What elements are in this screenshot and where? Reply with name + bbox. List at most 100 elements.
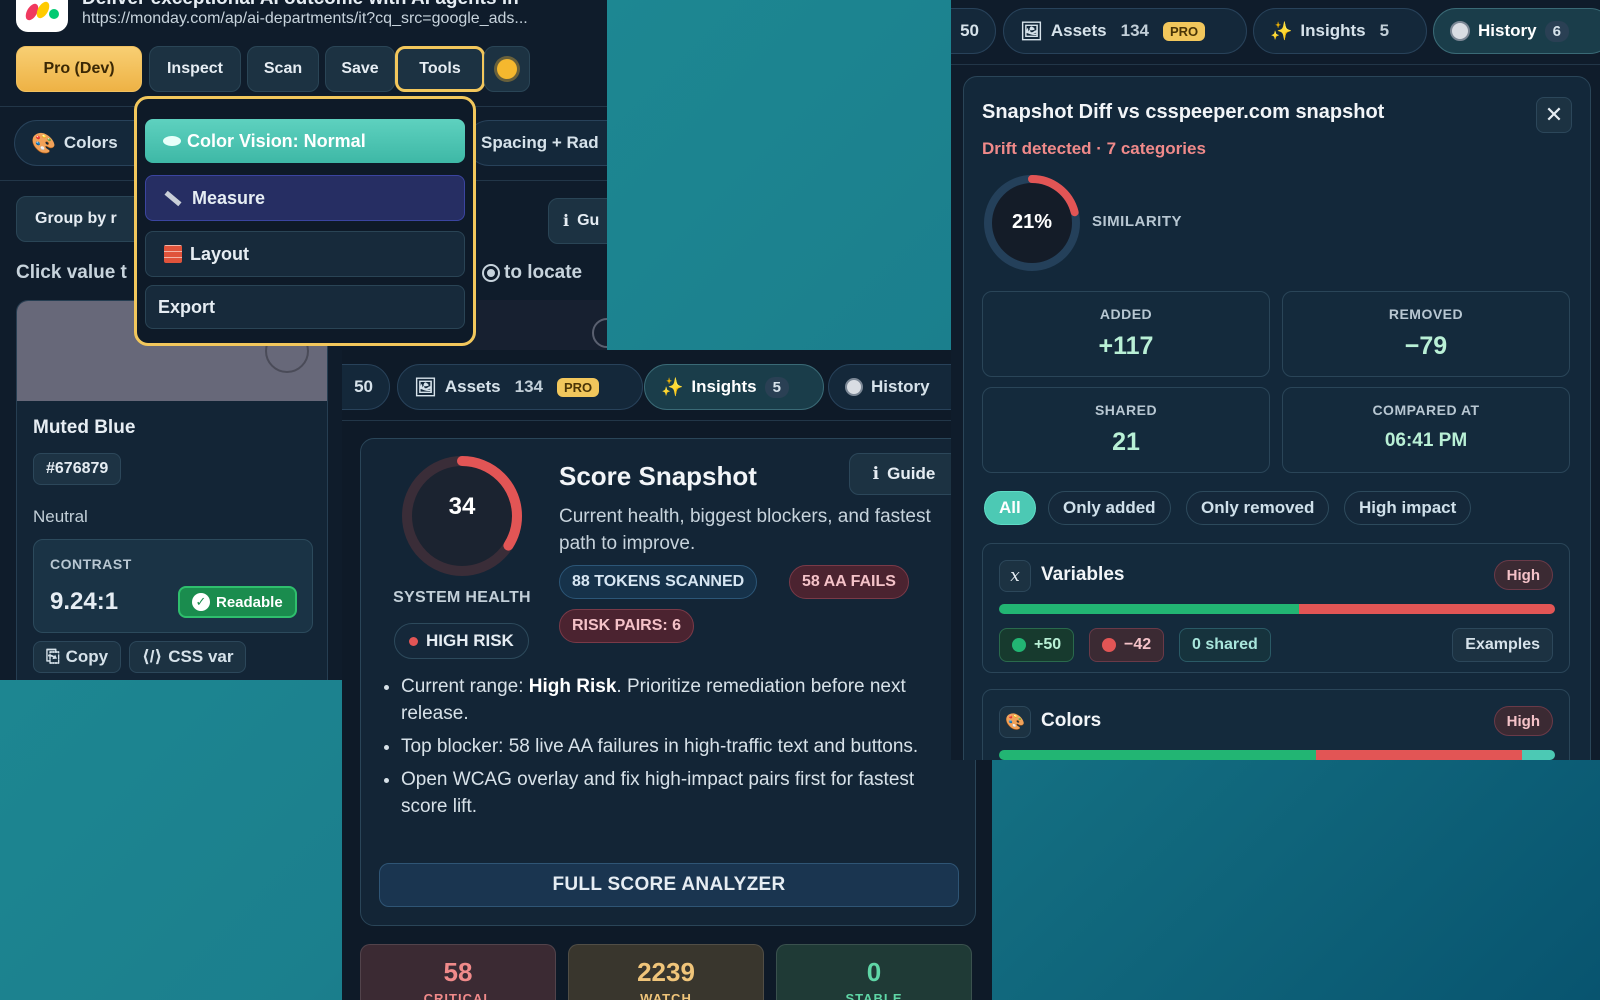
readable-badge: ✓ Readable (178, 586, 297, 618)
tab-assets-right-label: Assets (1050, 21, 1107, 40)
tools-menu: Color Vision: Normal Measure Layout Expo… (134, 96, 476, 346)
color-hex[interactable]: #676879 (33, 453, 122, 485)
stat-value: 2239 (637, 957, 695, 987)
diff-bar-removed (1299, 604, 1555, 614)
site-logo (16, 0, 68, 32)
tab-history-label: History (871, 377, 930, 396)
tab-assets[interactable]: 🖼 Assets 134 PRO (397, 364, 643, 410)
removed-label: REMOVED (1388, 306, 1464, 322)
tab-partial-count-right-label: 50 (960, 21, 979, 40)
system-health-label: SYSTEM HEALTH (393, 589, 531, 606)
added-count-tag: +50 (999, 628, 1075, 662)
color-name: Muted Blue (33, 417, 136, 438)
menu-item-measure[interactable]: Measure (145, 175, 465, 221)
impact-badge: High (1493, 706, 1553, 736)
info-icon: ℹ (872, 464, 880, 483)
category-variables[interactable]: x Variables High +50 −42 0 shared Exampl… (982, 543, 1570, 673)
shared-value: 21 (1112, 428, 1140, 456)
stat-label: WATCH (640, 991, 692, 1000)
high-risk-badge: HIGH RISK (394, 623, 529, 659)
tab-spacing-label: Spacing + Rad (481, 133, 599, 152)
clock-icon (845, 378, 863, 396)
scan-button[interactable]: Scan (247, 46, 319, 92)
brick-icon (164, 245, 182, 263)
added-count: +50 (1034, 636, 1062, 653)
inspect-button[interactable]: Inspect (149, 46, 241, 92)
tab-history-right[interactable]: History 6 (1433, 8, 1600, 54)
shared-count-tag: 0 shared (1179, 628, 1271, 662)
shared-label: SHARED (1094, 402, 1158, 418)
ruler-icon (164, 190, 182, 206)
removed-count-tag: −42 (1089, 628, 1165, 662)
filter-high-impact[interactable]: High impact (1344, 491, 1472, 525)
similarity-label: SIMILARITY (1092, 213, 1182, 230)
category-colors-name: Colors (1041, 710, 1102, 731)
tab-insights-right[interactable]: ✨ Insights 5 (1253, 8, 1427, 54)
insight-1-bold: High Risk (528, 676, 617, 697)
assets-count-right: 134 (1120, 21, 1149, 40)
score-subtitle: Current health, biggest blockers, and fa… (559, 506, 931, 554)
palette-icon: 🎨 (31, 132, 56, 155)
guide-button-left[interactable]: ℹ Gu (548, 198, 607, 244)
eye-icon (163, 136, 181, 146)
copy-label: Copy (65, 647, 109, 666)
tab-partial-count[interactable]: 50 (342, 364, 390, 410)
added-stat: ADDED +117 (982, 291, 1270, 377)
tab-insights[interactable]: ✨ Insights 5 (644, 364, 824, 410)
menu-item-layout[interactable]: Layout (145, 231, 465, 277)
filter-only-added[interactable]: Only added (1048, 491, 1171, 525)
tab-partial-count-right[interactable]: 50 (951, 8, 996, 54)
removed-count: −42 (1124, 636, 1152, 653)
tools-button[interactable]: Tools (395, 46, 485, 92)
color-category: Neutral (33, 507, 88, 526)
stat-card-stable: 0 STABLE (776, 944, 972, 1000)
compared-label: COMPARED AT (1372, 402, 1480, 418)
removed-dot-icon (1102, 638, 1116, 652)
menu-item-export[interactable]: Export (145, 285, 465, 329)
diff-title: Snapshot Diff vs csspeeper.com snapshot (982, 101, 1385, 123)
category-colors[interactable]: 🎨 Colors High (982, 689, 1570, 760)
full-score-analyzer-button[interactable]: FULL SCORE ANALYZER (379, 863, 959, 907)
tab-history-right-label: History (1478, 21, 1537, 40)
menu-color-vision-label: Color Vision: Normal (187, 130, 366, 151)
aa-fails-tag: 58 AA FAILS (789, 565, 909, 599)
right-panel: 50 🖼 Assets 134 PRO ✨ Insights 5 History… (951, 0, 1600, 760)
stat-card-critical: 58 CRITICAL (360, 944, 556, 1000)
score-title: Score Snapshot (559, 461, 757, 491)
contrast-box: CONTRAST 9.24:1 ✓ Readable (33, 539, 313, 633)
info-icon: ℹ (563, 213, 570, 230)
close-button[interactable]: ✕ (1536, 97, 1572, 133)
filter-only-removed[interactable]: Only removed (1186, 491, 1330, 525)
clipboard-icon: ⎘ (46, 647, 60, 666)
menu-item-color-vision[interactable]: Color Vision: Normal (145, 119, 465, 163)
similarity-value: 21% (1011, 211, 1053, 233)
shared-stat: SHARED 21 (982, 387, 1270, 473)
tab-colors-label: Colors (63, 133, 118, 152)
filter-all[interactable]: All (984, 491, 1036, 525)
category-variables-name: Variables (1041, 564, 1125, 585)
assets-count: 134 (514, 377, 543, 396)
pro-badge: PRO (557, 377, 600, 397)
added-value: +117 (1098, 332, 1154, 360)
color-card[interactable]: Muted Blue #676879 Neutral CONTRAST 9.24… (16, 300, 328, 680)
tab-spacing[interactable]: Spacing + Rad (466, 120, 607, 166)
insights-count: 5 (764, 376, 789, 398)
save-button[interactable]: Save (325, 46, 395, 92)
tab-assets-right[interactable]: 🖼 Assets 134 PRO (1003, 8, 1247, 54)
stat-label: CRITICAL (423, 991, 493, 1000)
stat-card-watch: 2239 WATCH (568, 944, 764, 1000)
sparkles-icon: ✨ (661, 376, 684, 397)
check-icon: ✓ (192, 593, 210, 611)
stat-value: 0 (866, 957, 882, 987)
insight-item: Open WCAG overlay and fix high-impact pa… (401, 766, 961, 820)
close-icon: ✕ (1544, 102, 1564, 127)
locate-hint-label: to locate (504, 262, 583, 283)
pro-dev-button[interactable]: Pro (Dev) (16, 46, 142, 92)
css-var-button[interactable]: ⟨/⟩ CSS var (129, 641, 247, 673)
examples-button[interactable]: Examples (1452, 628, 1553, 662)
insights-count-right: 5 (1379, 21, 1390, 40)
guide-button[interactable]: ℹ Guide (849, 453, 959, 495)
diff-bar-added (999, 604, 1300, 614)
copy-button[interactable]: ⎘ Copy (33, 641, 122, 673)
theme-toggle-button[interactable] (484, 46, 530, 92)
